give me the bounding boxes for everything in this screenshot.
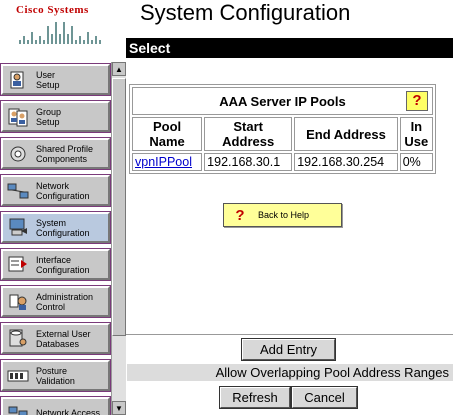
action-area: Add Entry Allow Overlapping Pool Address… xyxy=(126,334,453,415)
nav-scrollbar[interactable]: ▲ ▼ xyxy=(111,62,126,415)
back-to-help-label: Back to Help xyxy=(258,210,310,220)
sidebar-item-label: Group Setup xyxy=(36,106,62,127)
network-access-icon xyxy=(6,401,30,415)
add-entry-button[interactable]: Add Entry xyxy=(242,339,335,360)
shared-profile-icon xyxy=(6,142,30,166)
content-pane: AAA Server IP Pools ? Pool Name Start Ad… xyxy=(126,62,453,332)
in-use-cell: 0% xyxy=(399,153,433,171)
sidebar-item-label: Interface Configuration xyxy=(36,254,90,275)
sidebar-item-external-db[interactable]: External User Databases xyxy=(1,323,110,354)
back-to-help-button[interactable]: ? Back to Help xyxy=(223,203,342,227)
table-title: AAA Server IP Pools xyxy=(219,93,346,109)
refresh-button[interactable]: Refresh xyxy=(220,387,290,408)
sidebar-item-system-config[interactable]: System Configuration xyxy=(1,212,110,243)
sidebar-item-network-access[interactable]: Network Access xyxy=(1,397,110,415)
sidebar-item-label: Network Configuration xyxy=(36,180,90,201)
sidebar-item-label: Shared Profile Components xyxy=(36,143,94,164)
cancel-button[interactable]: Cancel xyxy=(292,387,357,408)
scroll-thumb[interactable] xyxy=(112,78,126,336)
col-end-address: End Address xyxy=(294,117,398,151)
sidebar-item-admin-control[interactable]: Administration Control xyxy=(1,286,110,317)
help-icon[interactable]: ? xyxy=(406,91,428,111)
ip-pools-table: AAA Server IP Pools ? Pool Name Start Ad… xyxy=(129,84,436,174)
table-header-row: Pool Name Start Address End Address In U… xyxy=(132,117,433,151)
network-config-icon xyxy=(6,179,30,203)
sidebar-item-label: System Configuration xyxy=(36,217,90,238)
col-in-use: In Use xyxy=(399,117,433,151)
user-setup-icon xyxy=(6,68,30,92)
table-row: vpnIPPool 192.168.30.1 192.168.30.254 0% xyxy=(132,153,433,171)
scroll-up-icon[interactable]: ▲ xyxy=(112,62,126,76)
sidebar-item-label: User Setup xyxy=(36,69,60,90)
sidebar-item-network-config[interactable]: Network Configuration xyxy=(1,175,110,206)
start-address-cell: 192.168.30.1 xyxy=(204,153,293,171)
brand-name: Cisco Systems xyxy=(16,4,89,16)
system-config-icon xyxy=(6,216,30,240)
allow-overlapping-ranges-option[interactable]: Allow Overlapping Pool Address Ranges xyxy=(127,364,453,381)
page-title: System Configuration xyxy=(140,0,351,25)
pool-name-cell: vpnIPPool xyxy=(132,153,203,171)
sidebar-item-group-setup[interactable]: Group Setup xyxy=(1,101,110,132)
sidebar-item-label: Network Access xyxy=(36,407,101,415)
interface-config-icon xyxy=(6,253,30,277)
sidebar-item-posture-validation[interactable]: Posture Validation xyxy=(1,360,110,391)
sidebar-item-interface-config[interactable]: Interface Configuration xyxy=(1,249,110,280)
left-navigation: User Setup Group Setup Shared Profile Comp… xyxy=(0,62,112,415)
scroll-down-icon[interactable]: ▼ xyxy=(112,401,126,415)
table-title-cell: AAA Server IP Pools ? xyxy=(132,87,433,115)
external-db-icon xyxy=(6,327,30,351)
select-bar: Select xyxy=(126,38,453,58)
posture-validation-icon xyxy=(6,364,30,388)
col-pool-name: Pool Name xyxy=(132,117,203,151)
cisco-bridge-icon xyxy=(19,22,101,44)
sidebar-item-shared-profile[interactable]: Shared Profile Components xyxy=(1,138,110,169)
col-start-address: Start Address xyxy=(204,117,293,151)
group-setup-icon xyxy=(6,105,30,129)
admin-control-icon xyxy=(6,290,30,314)
pool-name-link[interactable]: vpnIPPool xyxy=(135,155,192,169)
sidebar-item-user-setup[interactable]: User Setup xyxy=(1,64,110,95)
end-address-cell: 192.168.30.254 xyxy=(294,153,398,171)
sidebar-item-label: Posture Validation xyxy=(36,365,75,386)
cisco-logo: Cisco Systems xyxy=(16,4,108,48)
sidebar-item-label: External User Databases xyxy=(36,328,91,349)
sidebar-item-label: Administration Control xyxy=(36,291,94,312)
help-icon: ? xyxy=(235,206,245,224)
